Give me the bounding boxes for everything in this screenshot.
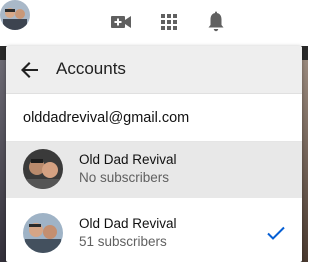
apps-grid-icon: [161, 14, 177, 30]
account-item-2[interactable]: Old Dad Revival 51 subscribers: [6, 206, 302, 262]
back-button[interactable]: [18, 58, 42, 82]
notifications-button[interactable]: [203, 9, 229, 35]
account-avatar-button[interactable]: [0, 0, 30, 30]
video-camera-plus-icon: [111, 16, 131, 28]
subscriber-count: No subscribers: [79, 170, 170, 185]
accounts-menu: Accounts olddadrevival@gmail.com Old Dad…: [6, 46, 302, 262]
account-item-1[interactable]: Old Dad Revival No subscribers: [6, 142, 302, 198]
create-video-button[interactable]: [108, 9, 134, 35]
channel-name: Old Dad Revival: [79, 216, 177, 231]
apps-button[interactable]: [156, 9, 182, 35]
account-avatar: [0, 0, 30, 30]
bell-icon: [208, 11, 224, 32]
checkmark-icon: [267, 226, 285, 240]
account-email-row: olddadrevival@gmail.com: [6, 94, 302, 142]
arrow-back-icon: [21, 62, 38, 78]
channel-avatar: [23, 149, 63, 189]
channel-avatar: [23, 213, 63, 253]
top-app-bar: [0, 0, 308, 46]
youtube-mobile-page: Accounts olddadrevival@gmail.com Old Dad…: [0, 0, 308, 262]
accounts-menu-header: Accounts: [6, 46, 302, 94]
list-divider: [6, 198, 302, 206]
channel-name: Old Dad Revival: [79, 152, 177, 167]
subscriber-count: 51 subscribers: [79, 234, 167, 249]
account-email: olddadrevival@gmail.com: [23, 110, 190, 126]
menu-title: Accounts: [56, 59, 126, 78]
background-thumbnail-right: [302, 60, 308, 262]
